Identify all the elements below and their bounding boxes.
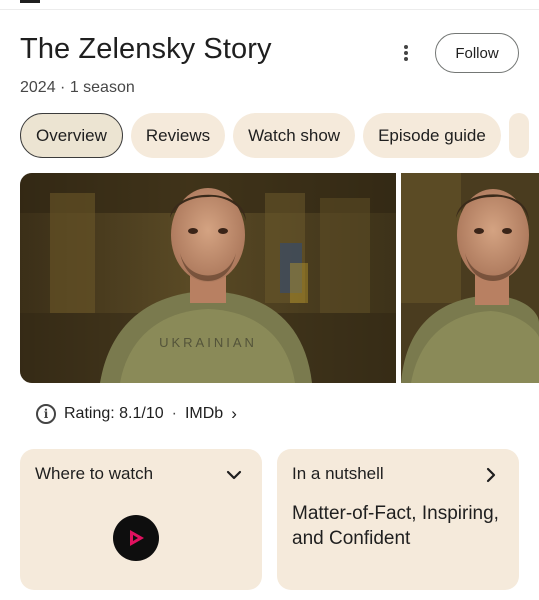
rating-value: Rating: 8.1/10: [64, 405, 164, 422]
streaming-provider-logo[interactable]: [113, 515, 159, 561]
follow-button[interactable]: Follow: [435, 33, 519, 73]
chevron-down-icon[interactable]: [224, 465, 244, 485]
info-icon[interactable]: i: [36, 404, 56, 424]
rating-source[interactable]: IMDb: [185, 405, 223, 423]
chevron-right-icon[interactable]: [481, 465, 501, 485]
nutshell-card[interactable]: In a nutshell Matter-of-Fact, Inspiring,…: [277, 449, 519, 590]
tab-episode-guide[interactable]: Episode guide: [363, 113, 501, 158]
tab-watch-show[interactable]: Watch show: [233, 113, 356, 158]
show-image-1[interactable]: UKRAINIAN: [20, 173, 396, 383]
shirt-text: UKRAINIAN: [159, 335, 257, 350]
rating-separator: ·: [171, 405, 177, 422]
tab-reviews[interactable]: Reviews: [130, 113, 226, 158]
nutshell-title: In a nutshell: [292, 464, 384, 483]
show-image-2[interactable]: [401, 173, 539, 383]
chevron-right-icon[interactable]: ›: [231, 404, 237, 424]
rating-row[interactable]: i Rating: 8.1/10 · IMDb ›: [36, 404, 237, 424]
more-vert-icon[interactable]: [396, 42, 416, 64]
menu-handle: [20, 0, 40, 3]
where-to-watch-title: Where to watch: [35, 464, 154, 483]
where-to-watch-card[interactable]: Where to watch: [20, 449, 262, 590]
play-icon: [130, 530, 144, 546]
tab-overview[interactable]: Overview: [20, 113, 123, 158]
tab-bar: Overview Reviews Watch show Episode guid…: [20, 113, 529, 158]
show-subtitle: 2024 · 1 season: [20, 79, 135, 96]
nutshell-description: Matter-of-Fact, Inspiring, and Confident: [292, 503, 499, 549]
top-strip: [0, 0, 539, 10]
page-title: The Zelensky Story: [20, 33, 272, 65]
tab-next[interactable]: [508, 113, 529, 158]
